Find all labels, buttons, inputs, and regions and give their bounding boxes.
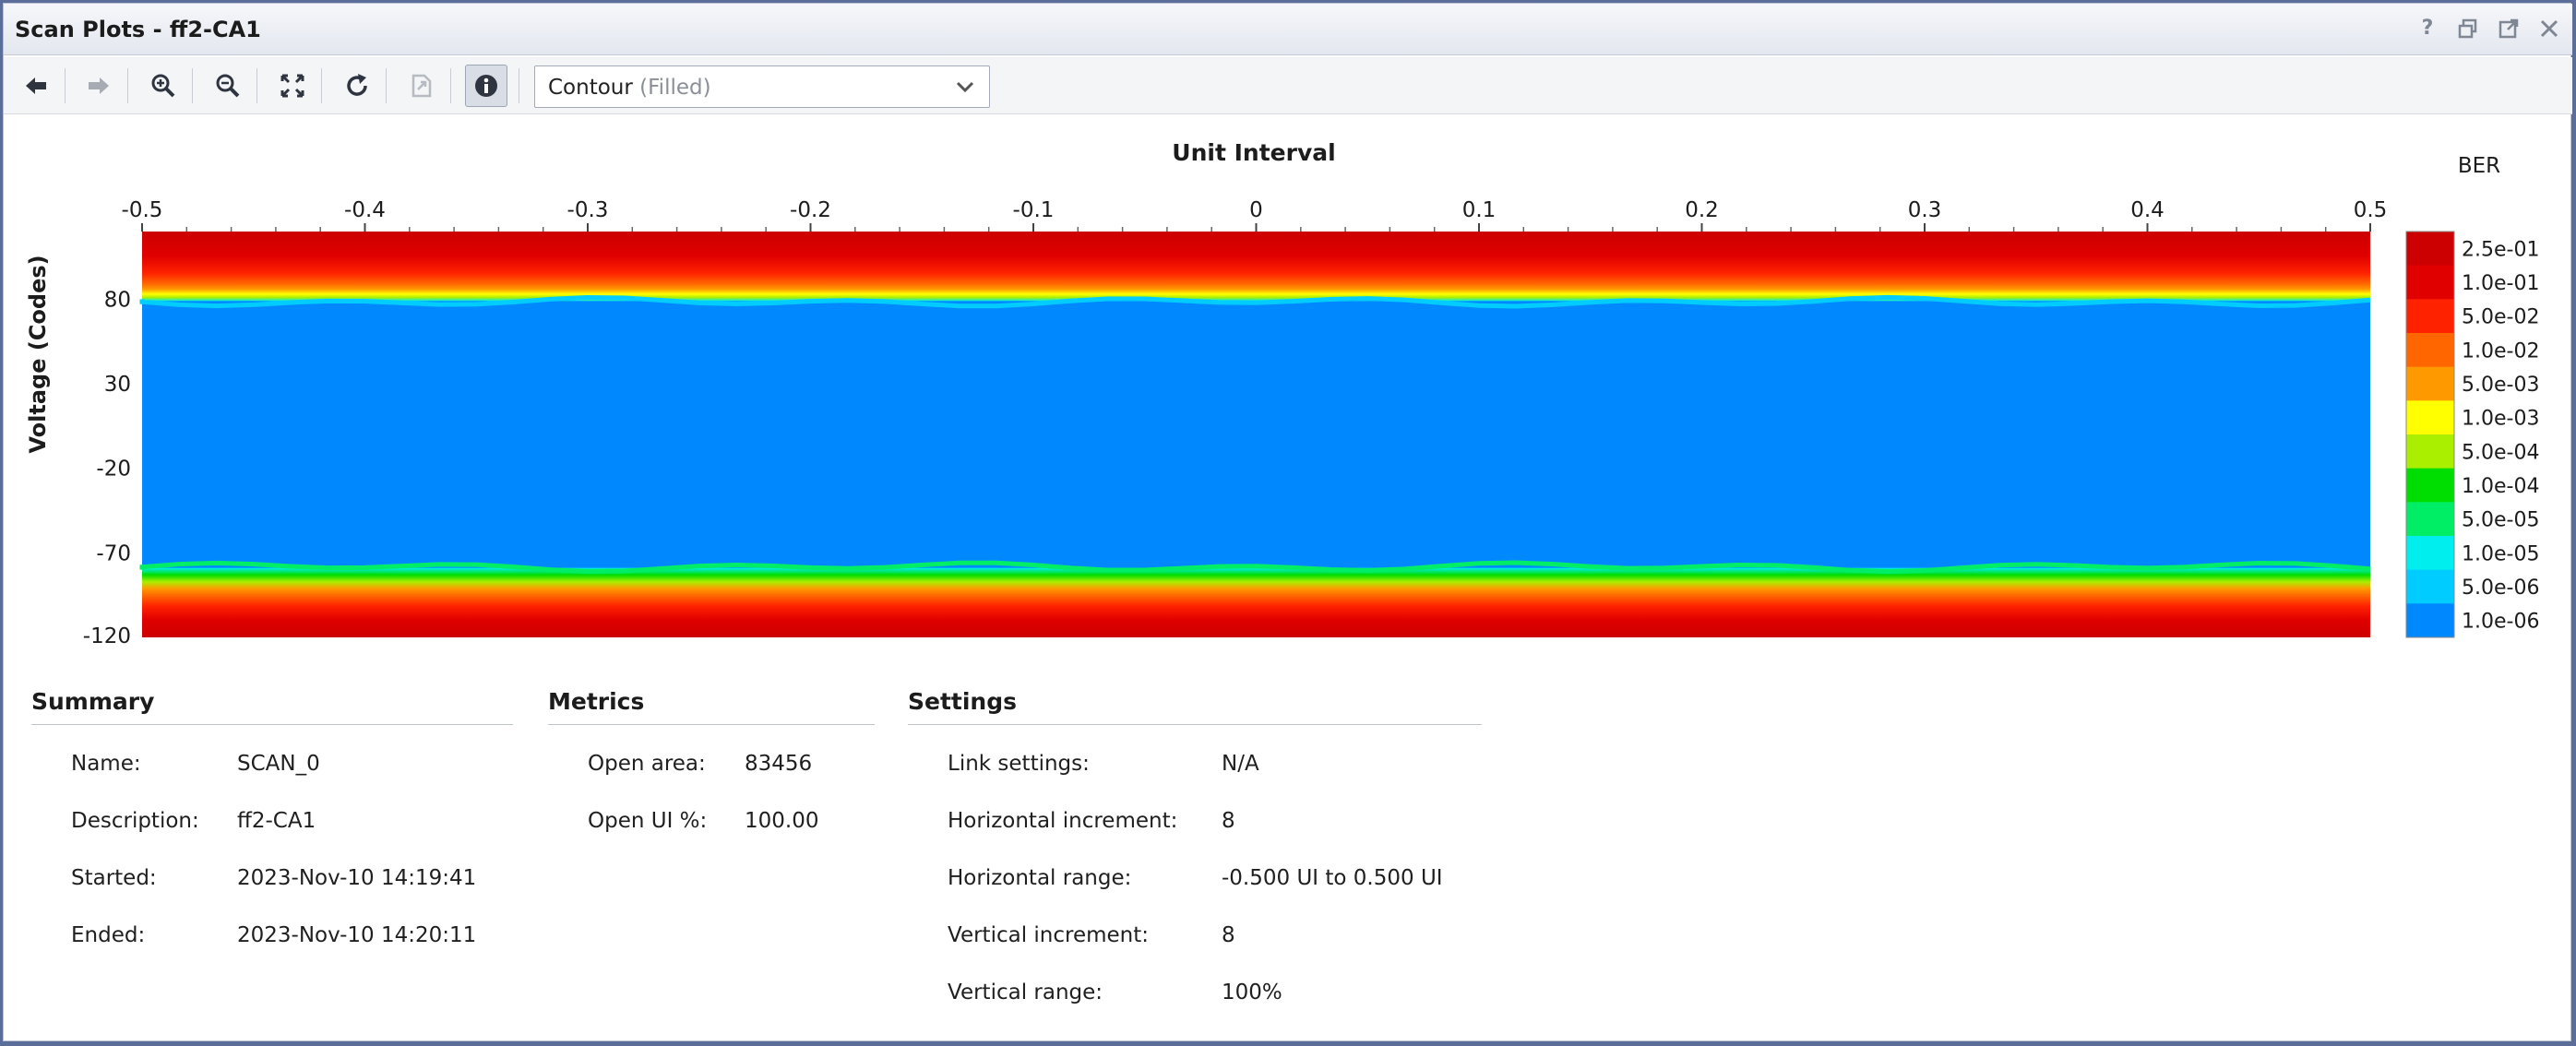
settings-label: Vertical increment: [948, 923, 1150, 947]
summary-value: SCAN_0 [237, 752, 320, 776]
settings-heading: Settings [908, 688, 1482, 725]
x-tick-label: -0.4 [344, 198, 386, 222]
x-tick-label: -0.2 [790, 198, 831, 222]
colorbar-swatch [2406, 603, 2454, 638]
chart-svg: Unit Interval Voltage (Codes) -0.5 -0.4 -0… [25, 139, 2539, 648]
colorbar-title: BER [2458, 154, 2500, 178]
settings-label: Horizontal range: [948, 866, 1132, 890]
colorbar-label: 5.0e-04 [2462, 441, 2539, 464]
plot-subtype-value: (Filled) [639, 76, 711, 100]
colorbar-label: 1.0e-04 [2462, 475, 2539, 498]
eye-top-error-band [142, 232, 2370, 302]
chevron-down-icon [956, 81, 974, 93]
metrics-value: 100.00 [745, 809, 819, 833]
x-tick-label: 0.3 [1908, 198, 1942, 222]
y-tick-label: -70 [96, 541, 131, 565]
restore-icon[interactable] [2456, 17, 2480, 41]
x-tick-label: 0.2 [1685, 198, 1719, 222]
summary-label: Description: [71, 809, 199, 833]
x-tick-label: -0.3 [567, 198, 609, 222]
y-axis-label: Voltage (Codes) [25, 255, 51, 453]
colorbar-swatch [2406, 299, 2454, 334]
refresh-icon[interactable] [336, 65, 378, 107]
colorbar-swatch [2406, 468, 2454, 503]
window-title: Scan Plots - ff2-CA1 [15, 17, 261, 42]
colorbar-swatch [2406, 434, 2454, 470]
colorbar-swatch [2406, 400, 2454, 435]
plot-type-dropdown[interactable]: Contour (Filled) [534, 65, 990, 108]
colorbar-swatch [2406, 536, 2454, 571]
x-tick-label: 0.5 [2354, 198, 2388, 222]
colorbar-swatch [2406, 502, 2454, 537]
summary-label: Started: [71, 866, 157, 890]
x-tick-label: -0.1 [1013, 198, 1055, 222]
colorbar-swatch [2406, 366, 2454, 401]
x-tick-label: -0.5 [122, 198, 163, 222]
metrics-value: 83456 [745, 752, 813, 776]
help-icon[interactable]: ? [2415, 17, 2439, 41]
settings-label: Vertical range: [948, 981, 1103, 1004]
colorbar-label: 5.0e-03 [2462, 374, 2539, 397]
info-icon[interactable] [465, 65, 507, 107]
y-tick-label: -120 [83, 624, 131, 648]
summary-section: Summary [31, 688, 513, 725]
metrics-label: Open area: [588, 752, 706, 776]
metrics-section: Metrics [548, 688, 875, 725]
settings-value: 8 [1222, 923, 1235, 947]
settings-section: Settings [908, 688, 1482, 725]
chart-title: Unit Interval [1172, 139, 1335, 166]
x-tick-label: 0.1 [1462, 198, 1497, 222]
export-icon[interactable] [400, 65, 443, 107]
summary-label: Name: [71, 752, 141, 776]
eye-scan-chart: Unit Interval Voltage (Codes) -0.5 -0.4 -0… [4, 114, 2572, 668]
fit-icon[interactable] [271, 65, 314, 107]
plot-type-value: Contour [548, 76, 633, 100]
eye-bottom-error-band [142, 567, 2370, 637]
colorbar-label: 5.0e-05 [2462, 509, 2539, 532]
colorbar-label: 1.0e-06 [2462, 611, 2539, 634]
settings-value: -0.500 UI to 0.500 UI [1222, 866, 1443, 890]
scan-plots-window: Scan Plots - ff2-CA1 ? Contour (Filled) … [3, 3, 2572, 1041]
metrics-label: Open UI %: [588, 809, 708, 833]
close-icon[interactable] [2537, 17, 2561, 41]
settings-value: 100% [1222, 981, 1282, 1004]
zoom-out-icon[interactable] [207, 65, 249, 107]
back-icon[interactable] [15, 65, 57, 107]
summary-heading: Summary [31, 688, 513, 725]
toolbar: Contour (Filled) [4, 57, 2572, 114]
colorbar-label: 1.0e-03 [2462, 408, 2539, 431]
zoom-in-icon[interactable] [142, 65, 185, 107]
settings-label: Horizontal increment: [948, 809, 1178, 833]
colorbar-label: 2.5e-01 [2462, 238, 2539, 261]
forward-icon[interactable] [78, 65, 120, 107]
colorbar-label: 5.0e-06 [2462, 576, 2539, 600]
colorbar-label: 1.0e-01 [2462, 272, 2539, 295]
x-tick-label: 0.4 [2130, 198, 2165, 222]
y-tick-label: -20 [96, 458, 131, 481]
colorbar-label: 1.0e-05 [2462, 542, 2539, 565]
colorbar-label: 5.0e-02 [2462, 306, 2539, 329]
colorbar-swatch [2406, 265, 2454, 300]
settings-label: Link settings: [948, 752, 1090, 776]
y-tick-label: 30 [104, 373, 131, 397]
metrics-heading: Metrics [548, 688, 875, 725]
y-tick-label: 80 [104, 288, 131, 312]
summary-value: 2023-Nov-10 14:20:11 [237, 923, 477, 947]
float-icon[interactable] [2497, 17, 2521, 41]
x-tick-label: 0 [1249, 198, 1263, 222]
summary-value: ff2-CA1 [237, 809, 316, 833]
settings-value: 8 [1222, 809, 1235, 833]
colorbar-swatch [2406, 232, 2454, 267]
summary-value: 2023-Nov-10 14:19:41 [237, 866, 477, 890]
colorbar-swatch [2406, 333, 2454, 368]
settings-value: N/A [1222, 752, 1259, 776]
title-bar: Scan Plots - ff2-CA1 ? [4, 4, 2572, 55]
colorbar-label: 1.0e-02 [2462, 339, 2539, 363]
summary-label: Ended: [71, 923, 146, 947]
colorbar-swatch [2406, 569, 2454, 604]
